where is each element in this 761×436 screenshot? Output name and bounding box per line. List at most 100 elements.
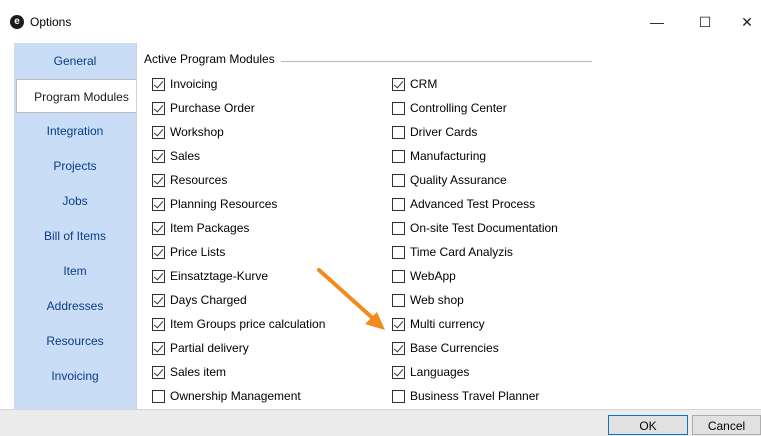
module-checkbox-row[interactable]: Advanced Test Process [392,195,535,213]
checkbox-checked-icon[interactable] [152,149,165,163]
module-label: Controlling Center [410,101,507,115]
module-label: Workshop [170,125,224,139]
module-checkbox-row[interactable]: Web shop [392,291,464,309]
module-label: Languages [410,365,470,379]
minimize-button[interactable]: — [637,8,677,36]
checkbox-unchecked-icon[interactable] [392,125,405,139]
module-label: Base Currencies [410,341,499,355]
checkbox-unchecked-icon[interactable] [392,101,405,115]
checkbox-unchecked-icon[interactable] [392,389,405,403]
tab-item[interactable]: Item [14,254,136,288]
module-checkbox-row[interactable]: Purchase Order [152,99,255,117]
tab-addresses[interactable]: Addresses [14,289,136,323]
tab-jobs[interactable]: Jobs [14,184,136,218]
tab-general[interactable]: General [14,44,136,78]
checkbox-checked-icon[interactable] [152,245,165,259]
module-checkbox-row[interactable]: Languages [392,363,469,381]
module-label: Invoicing [170,77,218,91]
module-label: Partial delivery [170,341,249,355]
checkbox-unchecked-icon[interactable] [392,245,405,259]
module-checkbox-row[interactable]: Base Currencies [392,339,499,357]
module-checkbox-row[interactable]: Price Lists [152,243,225,261]
checkbox-unchecked-icon[interactable] [392,221,405,235]
close-button[interactable]: ✕ [733,8,761,36]
annotation-arrow-icon [317,268,385,330]
module-checkbox-row[interactable]: Sales [152,147,200,165]
module-checkbox-row[interactable]: Time Card Analyzis [392,243,513,261]
checkbox-checked-icon[interactable] [152,293,165,307]
checkbox-checked-icon[interactable] [152,101,165,115]
module-label: Advanced Test Process [410,197,536,211]
module-label: Planning Resources [170,197,278,211]
module-checkbox-row[interactable]: Quality Assurance [392,171,507,189]
checkbox-checked-icon[interactable] [392,341,405,355]
tab-integration[interactable]: Integration [14,114,136,148]
cancel-button[interactable]: Cancel [692,415,761,435]
window-title: Options [30,15,72,29]
checkbox-checked-icon[interactable] [152,221,165,235]
module-checkbox-row[interactable]: Business Travel Planner [392,387,539,405]
tab-resources[interactable]: Resources [14,324,136,358]
ok-button[interactable]: OK [608,415,688,435]
module-checkbox-row[interactable]: Days Charged [152,291,247,309]
module-checkbox-row[interactable]: Multi currency [392,315,485,333]
checkbox-checked-icon[interactable] [152,197,165,211]
tab-program-modules[interactable]: Program Modules [16,79,146,113]
module-label: Multi currency [410,317,485,331]
checkbox-unchecked-icon[interactable] [392,149,405,163]
checkbox-checked-icon[interactable] [152,341,165,355]
module-label: Time Card Analyzis [410,245,513,259]
tab-bill-of-items[interactable]: Bill of Items [14,219,136,253]
checkbox-checked-icon[interactable] [392,77,405,91]
module-label: Price Lists [170,245,226,259]
tab-invoicing[interactable]: Invoicing [14,359,136,393]
module-checkbox-row[interactable]: Resources [152,171,227,189]
checkbox-unchecked-icon[interactable] [152,389,165,403]
module-label: Item Packages [170,221,250,235]
checkbox-unchecked-icon[interactable] [392,173,405,187]
checkbox-unchecked-icon[interactable] [392,197,405,211]
checkbox-checked-icon[interactable] [152,125,165,139]
module-checkbox-row[interactable]: Planning Resources [152,195,277,213]
checkbox-checked-icon[interactable] [392,365,405,379]
tab-projects[interactable]: Projects [14,149,136,183]
module-checkbox-row[interactable]: Item Groups price calculation [152,315,325,333]
module-checkbox-row[interactable]: Driver Cards [392,123,477,141]
module-checkbox-row[interactable]: CRM [392,75,437,93]
module-label: Web shop [410,293,464,307]
checkbox-checked-icon[interactable] [152,269,165,283]
module-checkbox-row[interactable]: Sales item [152,363,226,381]
module-label: CRM [410,77,438,91]
module-label: Resources [170,173,228,187]
module-checkbox-row[interactable]: On-site Test Documentation [392,219,558,237]
module-label: Sales item [170,365,227,379]
options-tab-strip: General Program Modules Integration Proj… [14,43,146,409]
module-checkbox-row[interactable]: Einsatztage-Kurve [152,267,268,285]
checkbox-checked-icon[interactable] [152,317,165,331]
module-checkbox-row[interactable]: Ownership Management [152,387,301,405]
module-label: Purchase Order [170,101,255,115]
module-checkbox-row[interactable]: Controlling Center [392,99,507,117]
module-checkbox-row[interactable]: WebApp [392,267,456,285]
maximize-button[interactable]: ☐ [685,8,725,36]
module-label: Einsatztage-Kurve [170,269,269,283]
module-checkbox-row[interactable]: Workshop [152,123,224,141]
app-logo-icon: e [10,15,24,29]
module-label: Sales [170,149,201,163]
module-label: Days Charged [170,293,247,307]
module-checkbox-row[interactable]: Partial delivery [152,339,249,357]
module-label: Item Groups price calculation [170,317,326,331]
checkbox-checked-icon[interactable] [152,173,165,187]
checkbox-checked-icon[interactable] [152,365,165,379]
module-label: Quality Assurance [410,173,507,187]
module-label: Business Travel Planner [410,389,540,403]
checkbox-checked-icon[interactable] [152,77,165,91]
module-checkbox-row[interactable]: Item Packages [152,219,249,237]
module-label: WebApp [410,269,456,283]
module-label: Ownership Management [170,389,301,403]
module-checkbox-row[interactable]: Invoicing [152,75,217,93]
group-divider [270,61,592,62]
title-bar: e Options — ☐ ✕ [0,0,761,42]
module-checkbox-row[interactable]: Manufacturing [392,147,486,165]
module-label: Driver Cards [410,125,478,139]
